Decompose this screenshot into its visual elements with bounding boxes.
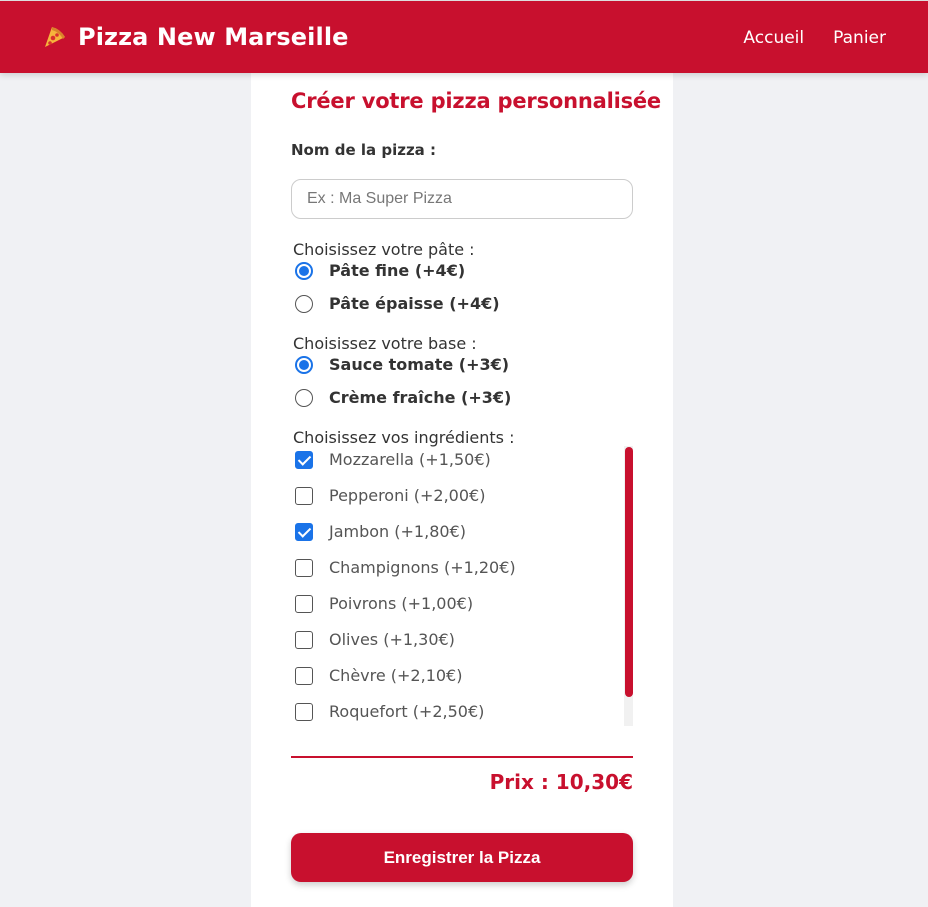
nav-link-accueil[interactable]: Accueil: [743, 28, 804, 48]
checkbox[interactable]: [295, 486, 313, 505]
ingredient-label: Champignons (+1,20€): [329, 558, 516, 577]
ingredient-label: Chèvre (+2,10€): [329, 666, 463, 685]
radio-button-selected[interactable]: [295, 355, 313, 374]
dough-option-fine[interactable]: Pâte fine (+4€): [295, 261, 465, 280]
brand[interactable]: Pizza New Marseille: [42, 23, 349, 51]
checkbox[interactable]: [295, 702, 313, 721]
ingredient-label: Mozzarella (+1,50€): [329, 450, 491, 469]
ingredient-label: Jambon (+1,80€): [329, 522, 466, 541]
ingredients-list[interactable]: Mozzarella (+1,50€) Pepperoni (+2,00€) J…: [291, 446, 633, 726]
top-nav-bar: Pizza New Marseille Accueil Panier: [0, 0, 928, 73]
ingredient-label: Poivrons (+1,00€): [329, 594, 474, 613]
ingredient-poivrons[interactable]: Poivrons (+1,00€): [295, 594, 473, 613]
dough-label: Choisissez votre pâte :: [293, 240, 475, 259]
ingredient-mozzarella[interactable]: Mozzarella (+1,50€): [295, 450, 491, 469]
total-price: Prix : 10,30€: [489, 770, 633, 794]
page-title: Créer votre pizza personnalisée: [291, 89, 661, 113]
ingredient-roquefort[interactable]: Roquefort (+2,50€): [295, 702, 484, 721]
ingredients-label: Choisissez vos ingrédients :: [293, 428, 515, 447]
pizza-builder-card: Créer votre pizza personnalisée Nom de l…: [251, 73, 673, 907]
base-option-label: Sauce tomate (+3€): [329, 355, 510, 374]
base-option-tomato[interactable]: Sauce tomate (+3€): [295, 355, 509, 374]
save-pizza-button[interactable]: Enregistrer la Pizza: [291, 833, 633, 882]
dough-option-label: Pâte épaisse (+4€): [329, 294, 500, 313]
base-label: Choisissez votre base :: [293, 334, 477, 353]
nav-link-panier[interactable]: Panier: [833, 28, 886, 48]
base-option-cream[interactable]: Crème fraîche (+3€): [295, 388, 511, 407]
dough-option-thick[interactable]: Pâte épaisse (+4€): [295, 294, 500, 313]
radio-button[interactable]: [295, 294, 313, 313]
ingredient-label: Olives (+1,30€): [329, 630, 455, 649]
ingredients-scrollbar-thumb[interactable]: [625, 447, 633, 697]
checkbox-checked[interactable]: [295, 522, 313, 541]
ingredient-pepperoni[interactable]: Pepperoni (+2,00€): [295, 486, 485, 505]
main-nav: Accueil Panier: [743, 28, 886, 48]
checkbox[interactable]: [295, 630, 313, 649]
ingredient-olives[interactable]: Olives (+1,30€): [295, 630, 455, 649]
pizza-name-label: Nom de la pizza :: [291, 141, 437, 159]
ingredient-label: Pepperoni (+2,00€): [329, 486, 486, 505]
radio-button[interactable]: [295, 388, 313, 407]
dough-option-label: Pâte fine (+4€): [329, 261, 466, 280]
price-divider: [291, 756, 633, 758]
checkbox[interactable]: [295, 666, 313, 685]
radio-button-selected[interactable]: [295, 261, 313, 280]
ingredient-label: Roquefort (+2,50€): [329, 702, 485, 721]
checkbox[interactable]: [295, 594, 313, 613]
brand-name: Pizza New Marseille: [78, 23, 349, 51]
base-option-label: Crème fraîche (+3€): [329, 388, 512, 407]
pizza-name-input[interactable]: [291, 179, 633, 219]
ingredient-chevre[interactable]: Chèvre (+2,10€): [295, 666, 462, 685]
checkbox-checked[interactable]: [295, 450, 313, 469]
checkbox[interactable]: [295, 558, 313, 577]
ingredient-champignons[interactable]: Champignons (+1,20€): [295, 558, 516, 577]
pizza-slice-icon: [45, 27, 65, 47]
ingredient-jambon[interactable]: Jambon (+1,80€): [295, 522, 466, 541]
